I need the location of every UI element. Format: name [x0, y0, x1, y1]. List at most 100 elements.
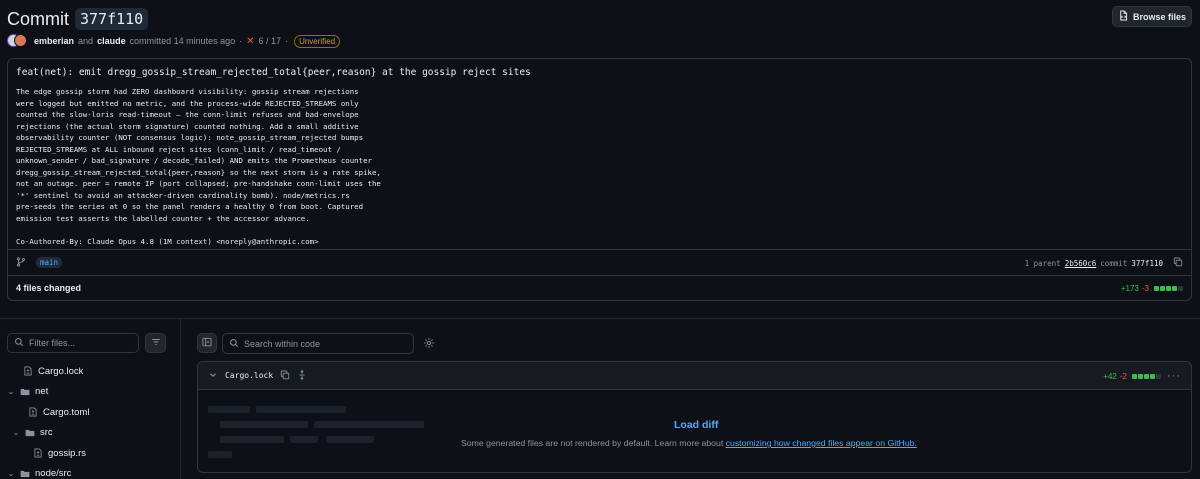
- skeleton-line: [220, 436, 284, 443]
- copy-icon[interactable]: [1173, 257, 1183, 269]
- avatar[interactable]: [14, 34, 27, 47]
- diffstat-block: [1138, 373, 1143, 379]
- tree-file-cargo-lock[interactable]: Cargo.lock: [7, 361, 177, 382]
- load-diff-button[interactable]: Load diff: [674, 419, 718, 431]
- file-tree: Cargo.lock ⌄ net Cargo.toml ⌄ src gossip…: [7, 361, 177, 479]
- toggle-file-tree-button[interactable]: [197, 333, 217, 353]
- files-changed-row: 4 files changed +173 -3: [8, 276, 1191, 300]
- commit-headline: feat(net): emit dregg_gossip_stream_reje…: [16, 67, 531, 78]
- parent-info: 1 parent 2b560c6 commit 377f110: [1025, 250, 1183, 276]
- customizing-link[interactable]: customizing how changed files appear on …: [726, 438, 917, 448]
- folder-icon: [20, 387, 30, 397]
- tree-item-label: gossip.rs: [48, 447, 87, 459]
- diff-file-name[interactable]: Cargo.lock: [225, 371, 273, 380]
- filter-options-button[interactable]: [145, 333, 166, 353]
- additions-count: +42: [1103, 371, 1117, 381]
- parent-label: 1 parent: [1024, 258, 1061, 268]
- parent-sha-link[interactable]: 2b560c6: [1065, 259, 1097, 268]
- author-link[interactable]: emberian: [34, 36, 74, 46]
- expand-all-icon[interactable]: [297, 369, 307, 383]
- diffstat-block: [1132, 373, 1137, 379]
- file-diff: Cargo.lock +42 -2 ··· Load diff Some gen…: [197, 361, 1192, 473]
- panel-divider[interactable]: [180, 318, 181, 479]
- skeleton-line: [290, 436, 318, 443]
- folder-icon: [20, 469, 30, 479]
- file-diff-icon: [28, 407, 38, 417]
- generated-files-note: Some generated files are not rendered by…: [461, 438, 917, 448]
- unverified-badge[interactable]: Unverified: [294, 34, 341, 48]
- diffstat-block: [1172, 285, 1177, 291]
- chevron-down-icon[interactable]: ⌄: [12, 428, 20, 437]
- file-diff-header: Cargo.lock +42 -2 ···: [198, 362, 1191, 390]
- additions-count: +173: [1120, 283, 1139, 293]
- generated-note-text: Some generated files are not rendered by…: [461, 438, 726, 448]
- kebab-menu-icon[interactable]: ···: [1167, 362, 1181, 390]
- deletions-count: -3: [1141, 283, 1149, 293]
- coauthor-link[interactable]: claude: [97, 36, 126, 46]
- committed-time: committed 14 minutes ago: [129, 36, 236, 46]
- browse-files-label: Browse files: [1132, 11, 1187, 22]
- separator: ·: [239, 36, 243, 46]
- gear-icon[interactable]: [423, 337, 435, 349]
- search-icon: [14, 336, 24, 350]
- diff-body: Load diff Some generated files are not r…: [198, 390, 1191, 472]
- filter-icon: [151, 336, 161, 350]
- diffstat: +173 -3: [1121, 276, 1183, 300]
- diffstat-block: [1160, 285, 1165, 291]
- skeleton-line: [326, 436, 374, 443]
- checks-count[interactable]: 6 / 17: [259, 36, 282, 46]
- file-code-icon: [1118, 10, 1129, 23]
- copy-icon[interactable]: [280, 369, 290, 383]
- folder-icon: [25, 428, 35, 438]
- sidebar-collapse-icon: [202, 336, 212, 350]
- commit-sha: 377f110: [1131, 258, 1163, 268]
- diffstat-block: [1166, 285, 1171, 291]
- tree-item-label: src: [40, 427, 53, 439]
- diffstat-block: [1154, 285, 1159, 291]
- commit-title-label: Commit: [7, 8, 69, 29]
- commit-label: commit: [1100, 258, 1128, 268]
- diff-file-stat: +42 -2: [1103, 362, 1161, 390]
- separator: ·: [285, 36, 289, 46]
- skeleton-line: [220, 421, 308, 428]
- search-code-field[interactable]: [222, 333, 414, 354]
- diffstat-block: [1178, 285, 1183, 291]
- search-code-input[interactable]: [244, 338, 413, 349]
- browse-files-button[interactable]: Browse files: [1112, 6, 1192, 27]
- files-changed-count: 4 files changed: [16, 283, 82, 293]
- filter-files-input[interactable]: [29, 338, 138, 348]
- commit-box: feat(net): emit dregg_gossip_stream_reje…: [7, 58, 1192, 301]
- branch-pill[interactable]: main: [36, 257, 63, 268]
- author-avatars[interactable]: [7, 34, 27, 48]
- page-title: Commit 377f110: [7, 7, 149, 31]
- file-diff-icon: [33, 448, 43, 458]
- chevron-down-icon[interactable]: ⌄: [7, 469, 15, 478]
- search-icon: [229, 337, 239, 351]
- file-diff-icon: [23, 366, 33, 376]
- tree-file-gossip-rs[interactable]: gossip.rs: [7, 443, 177, 464]
- tree-item-label: Cargo.lock: [38, 365, 84, 377]
- skeleton-line: [314, 421, 424, 428]
- diffstat-blocks: [1132, 373, 1161, 379]
- skeleton-line: [256, 406, 346, 413]
- diffstat-block: [1156, 373, 1161, 379]
- deletions-count: -2: [1119, 371, 1127, 381]
- chevron-down-icon[interactable]: [208, 369, 218, 383]
- skeleton-line: [208, 406, 250, 413]
- diffstat-block: [1144, 373, 1149, 379]
- commit-body: The edge gossip storm had ZERO dashboard…: [16, 87, 381, 246]
- tree-folder-net[interactable]: ⌄ net: [7, 382, 177, 403]
- checks-fail-icon[interactable]: ✕: [246, 36, 254, 47]
- git-branch-icon: [16, 256, 26, 270]
- filter-files-field[interactable]: [7, 333, 139, 353]
- commit-meta: emberian and claude committed 14 minutes…: [7, 34, 341, 48]
- skeleton-line: [208, 451, 232, 458]
- tree-folder-src[interactable]: ⌄ src: [7, 423, 177, 444]
- tree-folder-node-src[interactable]: ⌄ node/src: [7, 464, 177, 479]
- tree-file-cargo-toml[interactable]: Cargo.toml: [7, 402, 177, 423]
- tree-item-label: net: [35, 386, 49, 398]
- tree-item-label: node/src: [35, 468, 72, 479]
- commit-message: feat(net): emit dregg_gossip_stream_reje…: [8, 59, 1191, 250]
- chevron-down-icon[interactable]: ⌄: [7, 387, 15, 396]
- and-text: and: [78, 36, 94, 46]
